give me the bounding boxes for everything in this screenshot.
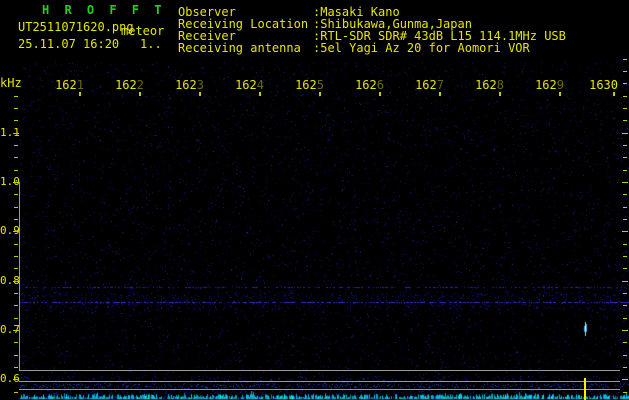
y-axis-tick <box>13 330 19 331</box>
x-axis-tick <box>259 92 261 96</box>
y-axis-tick <box>623 96 627 97</box>
y-axis-tick <box>14 392 18 393</box>
hrofft-output: H R O F F T UT2511071620.png meteor 25.1… <box>0 0 629 400</box>
x-axis-tick <box>499 92 501 96</box>
y-axis-tick <box>13 133 19 134</box>
station-field-label: Receiving antenna <box>178 41 301 55</box>
x-axis-tick-label: 1628 <box>475 78 504 92</box>
y-axis-tick <box>14 305 18 306</box>
y-axis-tick <box>623 305 627 306</box>
x-axis-tick-label: 1621 <box>55 78 84 92</box>
y-axis-tick <box>623 367 627 368</box>
y-axis-tick <box>14 170 18 171</box>
datetime-label: 25.11.07 16:20 <box>18 37 120 51</box>
x-axis-tick-label: 1623 <box>175 78 204 92</box>
y-axis-tick <box>14 318 18 319</box>
y-axis-tick <box>623 157 627 158</box>
x-axis-tick-label: 1624 <box>235 78 264 92</box>
reference-line-lower <box>19 389 620 390</box>
station-field-value: :5el Yagi Az 20 for Aomori VOR <box>313 41 530 55</box>
y-axis-tick <box>623 120 627 121</box>
y-axis-tick <box>13 182 19 183</box>
y-axis-tick <box>14 367 18 368</box>
y-axis-tick <box>623 219 627 220</box>
y-axis-tick <box>623 207 627 208</box>
y-axis-tick <box>13 231 19 232</box>
x-axis-tick <box>139 92 141 96</box>
y-axis-tick <box>14 293 18 294</box>
y-axis-tick <box>622 379 628 380</box>
y-axis-tick <box>623 268 627 269</box>
y-axis-tick <box>14 108 18 109</box>
x-axis-tick-label: 1626 <box>355 78 384 92</box>
x-axis-tick <box>79 92 81 96</box>
x-axis-tick <box>439 92 441 96</box>
y-axis-tick <box>623 318 627 319</box>
x-axis-tick-label: 1629 <box>535 78 564 92</box>
x-axis-tick <box>199 92 201 96</box>
x-axis-tick <box>319 92 321 96</box>
y-axis-tick <box>14 157 18 158</box>
y-axis-tick <box>14 96 18 97</box>
y-axis-tick <box>14 145 18 146</box>
y-axis-tick <box>14 194 18 195</box>
y-axis-tick <box>622 281 628 282</box>
observation-name: meteor <box>121 24 165 38</box>
y-axis-tick <box>14 355 18 356</box>
x-axis-tick-label: 1630 <box>589 78 618 92</box>
spectrogram-canvas <box>0 0 629 400</box>
app-title: H R O F F T <box>42 3 166 17</box>
y-axis-tick <box>622 133 628 134</box>
y-axis-tick <box>623 145 627 146</box>
y-axis-tick <box>623 256 627 257</box>
y-axis-tick <box>623 170 627 171</box>
y-axis-tick <box>14 342 18 343</box>
reference-line-middle <box>19 381 620 382</box>
y-axis-tick <box>14 207 18 208</box>
y-axis-tick <box>14 256 18 257</box>
reference-line-upper <box>19 370 620 371</box>
y-axis-tick <box>623 59 627 60</box>
x-axis-tick <box>613 92 615 96</box>
y-axis-tick <box>14 120 18 121</box>
output-filename: UT2511071620.png <box>18 20 134 34</box>
y-axis-tick <box>623 392 627 393</box>
x-axis-tick-label: 1627 <box>415 78 444 92</box>
y-axis-tick <box>13 281 19 282</box>
y-axis-tick <box>14 244 18 245</box>
meteor-event-bar <box>584 378 586 400</box>
y-axis-tick <box>622 182 628 183</box>
x-axis-tick-label: 1622 <box>115 78 144 92</box>
y-axis-tick <box>623 194 627 195</box>
x-axis-tick <box>559 92 561 96</box>
y-axis-tick <box>623 293 627 294</box>
y-axis-tick <box>623 342 627 343</box>
x-axis-tick <box>379 92 381 96</box>
y-axis-tick <box>623 108 627 109</box>
y-axis-unit: kHz <box>0 76 22 90</box>
y-axis-tick <box>622 231 628 232</box>
x-axis-tick-label: 1625 <box>295 78 324 92</box>
y-axis-tick <box>623 244 627 245</box>
counter-label: 1.. <box>140 37 162 51</box>
y-axis-tick <box>622 330 628 331</box>
y-axis-tick <box>14 219 18 220</box>
y-axis-tick <box>14 268 18 269</box>
y-axis-tick <box>623 71 627 72</box>
y-axis-tick <box>13 379 19 380</box>
y-axis-tick <box>623 355 627 356</box>
y-axis-tick <box>623 83 627 84</box>
